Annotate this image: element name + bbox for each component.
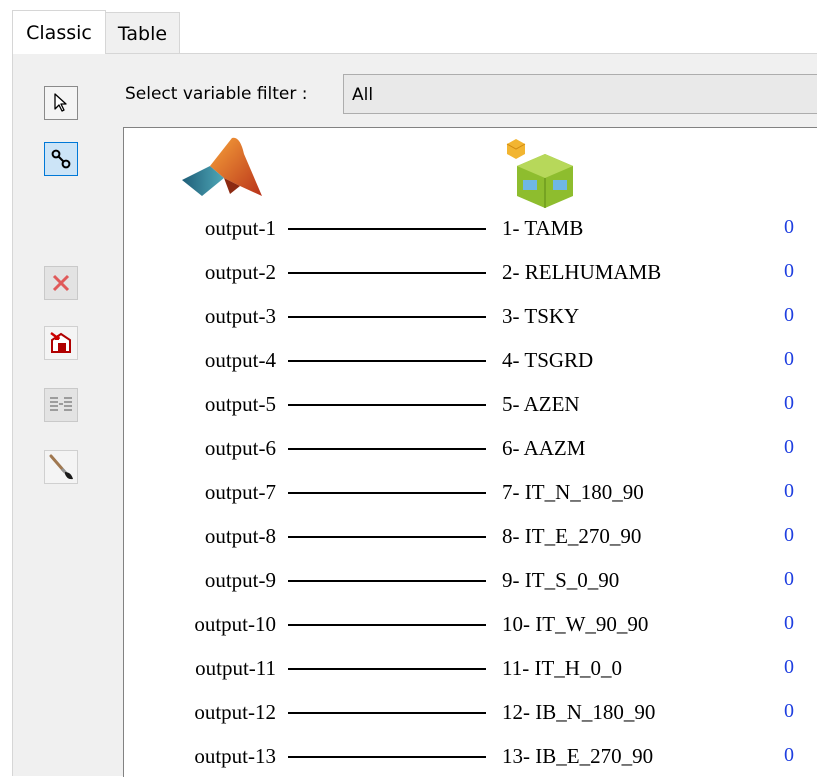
- delete-connections-icon: [50, 332, 71, 353]
- input-variable-label[interactable]: 4- TSGRD: [502, 348, 593, 373]
- output-variable-label[interactable]: output-13: [194, 744, 276, 769]
- connection-line[interactable]: [288, 756, 486, 758]
- connection-count: 0: [784, 524, 794, 546]
- connection-count: 0: [784, 260, 794, 282]
- link-icon: [51, 149, 71, 169]
- input-variable-label[interactable]: 6- AAZM: [502, 436, 585, 461]
- connection-row[interactable]: output-10 10- IT_W_90_90 0: [124, 612, 817, 642]
- delete-all-connections-button[interactable]: [44, 326, 78, 360]
- connection-count: 0: [784, 480, 794, 502]
- tab-classic-label: Classic: [26, 21, 92, 44]
- tab-classic[interactable]: Classic: [12, 10, 106, 54]
- input-variable-label[interactable]: 12- IB_N_180_90: [502, 700, 655, 725]
- input-variable-label[interactable]: 3- TSKY: [502, 304, 579, 329]
- connection-canvas[interactable]: output-1 1- TAMB 0 output-2 2- RELHUMAMB 0 out…: [123, 127, 817, 777]
- input-variable-label[interactable]: 7- IT_N_180_90: [502, 480, 644, 505]
- connection-count: 0: [784, 392, 794, 414]
- input-variable-label[interactable]: 11- IT_H_0_0: [502, 656, 622, 681]
- connection-count: 0: [784, 612, 794, 634]
- connection-line[interactable]: [288, 272, 486, 274]
- output-variable-label[interactable]: output-9: [205, 568, 276, 593]
- output-variable-label[interactable]: output-3: [205, 304, 276, 329]
- connection-line[interactable]: [288, 492, 486, 494]
- output-variable-label[interactable]: output-7: [205, 480, 276, 505]
- connection-row[interactable]: output-8 8- IT_E_270_90 0: [124, 524, 817, 554]
- input-variable-label[interactable]: 5- AZEN: [502, 392, 580, 417]
- auto-connect-button[interactable]: [44, 388, 78, 422]
- connection-row[interactable]: output-2 2- RELHUMAMB 0: [124, 260, 817, 290]
- paint-tool-button[interactable]: [44, 450, 78, 484]
- connection-count: 0: [784, 348, 794, 370]
- connection-line[interactable]: [288, 624, 486, 626]
- classic-panel: Select variable filter : All output-1 1-…: [12, 54, 817, 777]
- input-variable-label[interactable]: 1- TAMB: [502, 216, 583, 241]
- output-variable-label[interactable]: output-8: [205, 524, 276, 549]
- auto-connect-icon: [50, 397, 72, 411]
- output-variable-label[interactable]: output-4: [205, 348, 276, 373]
- connection-count: 0: [784, 568, 794, 590]
- connection-line[interactable]: [288, 360, 486, 362]
- connection-row[interactable]: output-1 1- TAMB 0: [124, 216, 817, 246]
- tab-table[interactable]: Table: [106, 12, 180, 54]
- output-variable-label[interactable]: output-11: [195, 656, 276, 681]
- connect-tool-button[interactable]: [44, 142, 78, 176]
- connection-row[interactable]: output-5 5- AZEN 0: [124, 392, 817, 422]
- paintbrush-icon: [49, 454, 73, 480]
- tab-strip: Classic Table: [0, 0, 817, 54]
- input-variable-label[interactable]: 13- IB_E_270_90: [502, 744, 653, 769]
- output-variable-label[interactable]: output-6: [205, 436, 276, 461]
- input-variable-label[interactable]: 2- RELHUMAMB: [502, 260, 661, 285]
- connection-row[interactable]: output-3 3- TSKY 0: [124, 304, 817, 334]
- variable-filter-label: Select variable filter :: [125, 84, 308, 104]
- output-variable-label[interactable]: output-10: [194, 612, 276, 637]
- connection-line[interactable]: [288, 448, 486, 450]
- output-variable-label[interactable]: output-1: [205, 216, 276, 241]
- input-variable-label[interactable]: 10- IT_W_90_90: [502, 612, 648, 637]
- connection-line[interactable]: [288, 404, 486, 406]
- connection-count: 0: [784, 304, 794, 326]
- connection-count: 0: [784, 436, 794, 458]
- input-variable-label[interactable]: 8- IT_E_270_90: [502, 524, 641, 549]
- connection-line[interactable]: [288, 712, 486, 714]
- delete-connection-button[interactable]: [44, 266, 78, 300]
- connection-line[interactable]: [288, 228, 486, 230]
- connection-count: 0: [784, 656, 794, 678]
- connection-row[interactable]: output-6 6- AAZM 0: [124, 436, 817, 466]
- connection-line[interactable]: [288, 316, 486, 318]
- connection-row[interactable]: output-4 4- TSGRD 0: [124, 348, 817, 378]
- cursor-arrow-icon: [54, 93, 67, 112]
- output-variable-label[interactable]: output-12: [194, 700, 276, 725]
- output-variable-label[interactable]: output-5: [205, 392, 276, 417]
- matlab-logo-icon: [182, 137, 262, 196]
- trnsys-component-icon: [506, 139, 573, 208]
- connection-line[interactable]: [288, 536, 486, 538]
- connection-row[interactable]: output-13 13- IB_E_270_90 0: [124, 744, 817, 774]
- variable-filter-select[interactable]: All: [343, 74, 817, 114]
- connection-count: 0: [784, 700, 794, 722]
- connection-line[interactable]: [288, 580, 486, 582]
- select-tool-button[interactable]: [44, 86, 78, 120]
- connection-count: 0: [784, 744, 794, 766]
- tab-table-label: Table: [117, 22, 168, 45]
- output-variable-label[interactable]: output-2: [205, 260, 276, 285]
- connection-row[interactable]: output-7 7- IT_N_180_90 0: [124, 480, 817, 510]
- connection-count: 0: [784, 216, 794, 238]
- connection-row[interactable]: output-12 12- IB_N_180_90 0: [124, 700, 817, 730]
- variable-filter-value: All: [352, 85, 374, 105]
- connection-row[interactable]: output-9 9- IT_S_0_90 0: [124, 568, 817, 598]
- red-x-icon: [52, 274, 70, 292]
- connection-line[interactable]: [288, 668, 486, 670]
- connection-row[interactable]: output-11 11- IT_H_0_0 0: [124, 656, 817, 686]
- input-variable-label[interactable]: 9- IT_S_0_90: [502, 568, 619, 593]
